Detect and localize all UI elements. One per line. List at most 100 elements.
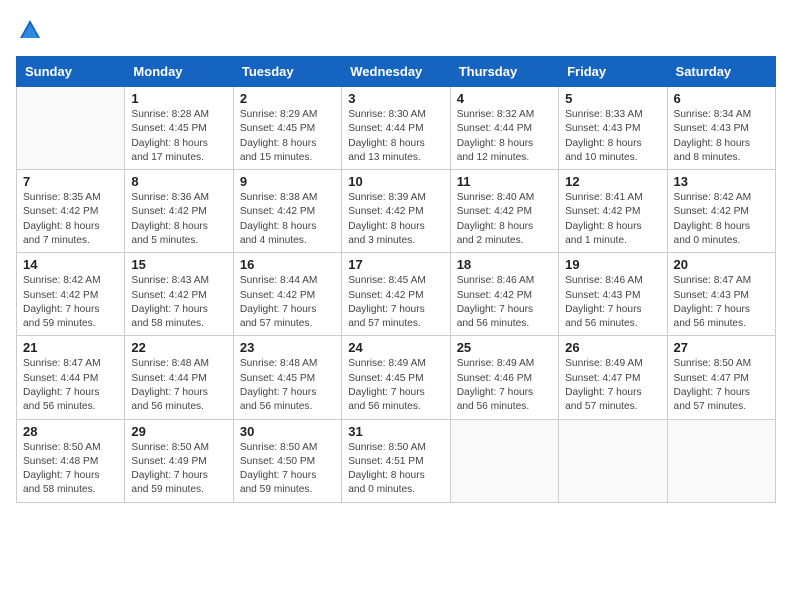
calendar-cell: 1 Sunrise: 8:28 AM Sunset: 4:45 PM Daylig… [125, 87, 233, 170]
day-info: Sunrise: 8:30 AM Sunset: 4:44 PM Dayligh… [348, 108, 443, 165]
column-header-thursday: Thursday [450, 57, 558, 87]
calendar-week-1: 1 Sunrise: 8:28 AM Sunset: 4:45 PM Daylig… [17, 87, 776, 170]
calendar-cell: 3Sunrise: 8:30 AM Sunset: 4:44 PM Daylig… [342, 87, 450, 170]
calendar-cell [559, 419, 667, 502]
calendar-cell: 5 Sunrise: 8:33 AM Sunset: 4:43 PM Daylig… [559, 87, 667, 170]
column-header-tuesday: Tuesday [233, 57, 341, 87]
column-header-sunday: Sunday [17, 57, 125, 87]
day-number: 1 [131, 91, 226, 106]
column-header-monday: Monday [125, 57, 233, 87]
calendar-cell: 8 Sunrise: 8:36 AM Sunset: 4:42 PM Daylig… [125, 170, 233, 253]
day-info: Sunrise: 8:40 AM Sunset: 4:42 PM Dayligh… [457, 191, 552, 248]
day-info: Sunrise: 8:47 AM Sunset: 4:43 PM Dayligh… [674, 274, 769, 331]
day-number: 10 [348, 174, 443, 189]
calendar-header-row: SundayMondayTuesdayWednesdayThursdayFrid… [17, 57, 776, 87]
day-number: 7 [23, 174, 118, 189]
day-info: Sunrise: 8:43 AM Sunset: 4:42 PM Dayligh… [131, 274, 226, 331]
day-number: 16 [240, 257, 335, 272]
day-info: Sunrise: 8:41 AM Sunset: 4:42 PM Dayligh… [565, 191, 660, 248]
calendar-cell: 7 Sunrise: 8:35 AM Sunset: 4:42 PM Daylig… [17, 170, 125, 253]
day-info: Sunrise: 8:35 AM Sunset: 4:42 PM Dayligh… [23, 191, 118, 248]
column-header-wednesday: Wednesday [342, 57, 450, 87]
day-info: Sunrise: 8:49 AM Sunset: 4:47 PM Dayligh… [565, 357, 660, 414]
day-number: 4 [457, 91, 552, 106]
day-info: Sunrise: 8:36 AM Sunset: 4:42 PM Dayligh… [131, 191, 226, 248]
calendar-cell: 29Sunrise: 8:50 AM Sunset: 4:49 PM Dayli… [125, 419, 233, 502]
day-info: Sunrise: 8:34 AM Sunset: 4:43 PM Dayligh… [674, 108, 769, 165]
day-info: Sunrise: 8:49 AM Sunset: 4:46 PM Dayligh… [457, 357, 552, 414]
day-number: 17 [348, 257, 443, 272]
calendar-cell: 15 Sunrise: 8:43 AM Sunset: 4:42 PM Dayli… [125, 253, 233, 336]
calendar-cell: 16Sunrise: 8:44 AM Sunset: 4:42 PM Dayli… [233, 253, 341, 336]
calendar-week-3: 14 Sunrise: 8:42 AM Sunset: 4:42 PM Dayli… [17, 253, 776, 336]
day-info: Sunrise: 8:46 AM Sunset: 4:43 PM Dayligh… [565, 274, 660, 331]
calendar-cell: 23Sunrise: 8:48 AM Sunset: 4:45 PM Dayli… [233, 336, 341, 419]
day-info: Sunrise: 8:50 AM Sunset: 4:51 PM Dayligh… [348, 441, 443, 498]
day-number: 11 [457, 174, 552, 189]
day-info: Sunrise: 8:50 AM Sunset: 4:48 PM Dayligh… [23, 441, 118, 498]
logo [16, 16, 48, 44]
day-number: 18 [457, 257, 552, 272]
day-number: 9 [240, 174, 335, 189]
calendar-table: SundayMondayTuesdayWednesdayThursdayFrid… [16, 56, 776, 503]
day-info: Sunrise: 8:50 AM Sunset: 4:50 PM Dayligh… [240, 441, 335, 498]
day-number: 14 [23, 257, 118, 272]
calendar-cell: 30 Sunrise: 8:50 AM Sunset: 4:50 PM Dayli… [233, 419, 341, 502]
calendar-cell: 25Sunrise: 8:49 AM Sunset: 4:46 PM Dayli… [450, 336, 558, 419]
calendar-cell: 13 Sunrise: 8:42 AM Sunset: 4:42 PM Dayli… [667, 170, 775, 253]
day-info: Sunrise: 8:50 AM Sunset: 4:47 PM Dayligh… [674, 357, 769, 414]
day-number: 31 [348, 424, 443, 439]
day-info: Sunrise: 8:45 AM Sunset: 4:42 PM Dayligh… [348, 274, 443, 331]
day-number: 13 [674, 174, 769, 189]
calendar-cell: 11 Sunrise: 8:40 AM Sunset: 4:42 PM Dayli… [450, 170, 558, 253]
day-number: 5 [565, 91, 660, 106]
calendar-cell: 21 Sunrise: 8:47 AM Sunset: 4:44 PM Dayli… [17, 336, 125, 419]
calendar-cell: 14 Sunrise: 8:42 AM Sunset: 4:42 PM Dayli… [17, 253, 125, 336]
day-info: Sunrise: 8:29 AM Sunset: 4:45 PM Dayligh… [240, 108, 335, 165]
calendar-cell [450, 419, 558, 502]
day-number: 6 [674, 91, 769, 106]
day-number: 30 [240, 424, 335, 439]
day-info: Sunrise: 8:46 AM Sunset: 4:42 PM Dayligh… [457, 274, 552, 331]
calendar-week-4: 21 Sunrise: 8:47 AM Sunset: 4:44 PM Dayli… [17, 336, 776, 419]
calendar-cell: 18 Sunrise: 8:46 AM Sunset: 4:42 PM Dayli… [450, 253, 558, 336]
column-header-friday: Friday [559, 57, 667, 87]
calendar-week-2: 7 Sunrise: 8:35 AM Sunset: 4:42 PM Daylig… [17, 170, 776, 253]
calendar-cell: 28 Sunrise: 8:50 AM Sunset: 4:48 PM Dayli… [17, 419, 125, 502]
calendar-cell: 12 Sunrise: 8:41 AM Sunset: 4:42 PM Dayli… [559, 170, 667, 253]
calendar-cell: 4 Sunrise: 8:32 AM Sunset: 4:44 PM Daylig… [450, 87, 558, 170]
logo-icon [16, 16, 44, 44]
day-number: 19 [565, 257, 660, 272]
day-number: 15 [131, 257, 226, 272]
day-number: 27 [674, 340, 769, 355]
calendar-cell: 31 Sunrise: 8:50 AM Sunset: 4:51 PM Dayli… [342, 419, 450, 502]
day-number: 20 [674, 257, 769, 272]
calendar-cell: 27 Sunrise: 8:50 AM Sunset: 4:47 PM Dayli… [667, 336, 775, 419]
day-info: Sunrise: 8:33 AM Sunset: 4:43 PM Dayligh… [565, 108, 660, 165]
calendar-cell [17, 87, 125, 170]
day-number: 22 [131, 340, 226, 355]
calendar-cell: 10 Sunrise: 8:39 AM Sunset: 4:42 PM Dayli… [342, 170, 450, 253]
calendar-week-5: 28 Sunrise: 8:50 AM Sunset: 4:48 PM Dayli… [17, 419, 776, 502]
day-number: 2 [240, 91, 335, 106]
day-info: Sunrise: 8:47 AM Sunset: 4:44 PM Dayligh… [23, 357, 118, 414]
day-number: 28 [23, 424, 118, 439]
calendar-cell: 17 Sunrise: 8:45 AM Sunset: 4:42 PM Dayli… [342, 253, 450, 336]
day-info: Sunrise: 8:32 AM Sunset: 4:44 PM Dayligh… [457, 108, 552, 165]
day-number: 21 [23, 340, 118, 355]
calendar-cell: 2 Sunrise: 8:29 AM Sunset: 4:45 PM Daylig… [233, 87, 341, 170]
day-info: Sunrise: 8:39 AM Sunset: 4:42 PM Dayligh… [348, 191, 443, 248]
day-info: Sunrise: 8:28 AM Sunset: 4:45 PM Dayligh… [131, 108, 226, 165]
calendar-cell: 22 Sunrise: 8:48 AM Sunset: 4:44 PM Dayli… [125, 336, 233, 419]
day-info: Sunrise: 8:50 AM Sunset: 4:49 PM Dayligh… [131, 441, 226, 498]
day-number: 12 [565, 174, 660, 189]
day-info: Sunrise: 8:42 AM Sunset: 4:42 PM Dayligh… [674, 191, 769, 248]
day-number: 26 [565, 340, 660, 355]
calendar-cell [667, 419, 775, 502]
day-info: Sunrise: 8:42 AM Sunset: 4:42 PM Dayligh… [23, 274, 118, 331]
day-number: 8 [131, 174, 226, 189]
day-info: Sunrise: 8:38 AM Sunset: 4:42 PM Dayligh… [240, 191, 335, 248]
day-info: Sunrise: 8:48 AM Sunset: 4:44 PM Dayligh… [131, 357, 226, 414]
calendar-cell: 26 Sunrise: 8:49 AM Sunset: 4:47 PM Dayli… [559, 336, 667, 419]
calendar-cell: 24Sunrise: 8:49 AM Sunset: 4:45 PM Dayli… [342, 336, 450, 419]
